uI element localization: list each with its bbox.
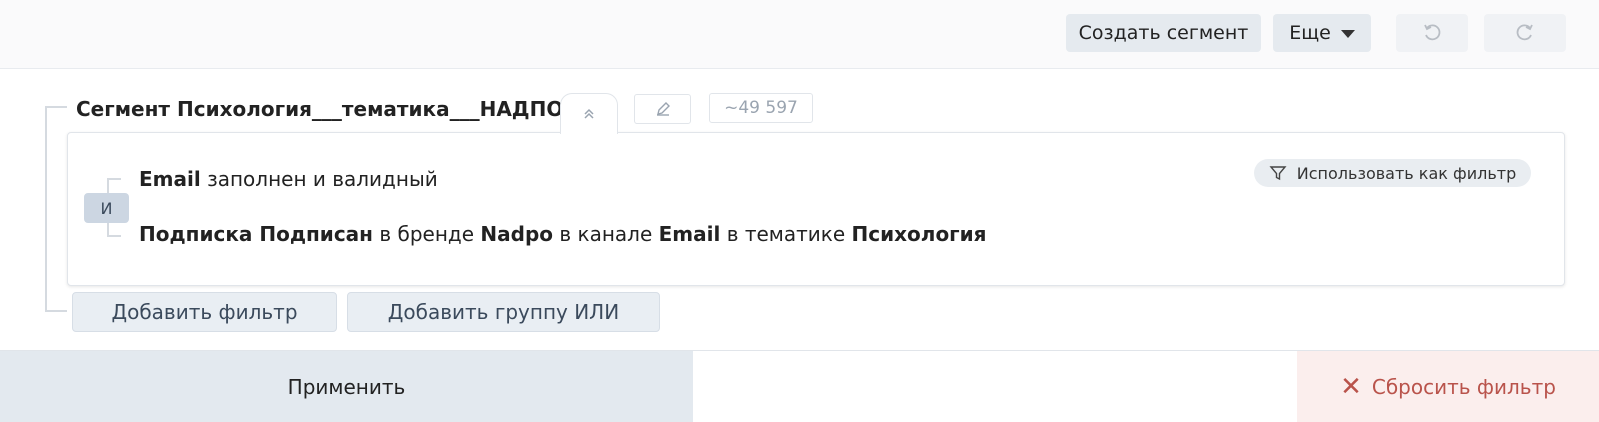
- top-toolbar: Создать сегмент Еще: [0, 0, 1599, 69]
- cond-2-part-2: в бренде: [372, 222, 481, 246]
- segment-bracket: [45, 106, 67, 312]
- add-or-group-button[interactable]: Добавить группу ИЛИ: [347, 292, 660, 332]
- segment-conditions-panel: Использовать как фильтр: [67, 132, 1565, 286]
- cond-1-part-1: Email: [139, 167, 201, 191]
- create-segment-button[interactable]: Создать сегмент: [1066, 14, 1261, 52]
- condition-email[interactable]: Email заполнен и валидный: [139, 165, 438, 193]
- use-as-filter-label: Использовать как фильтр: [1296, 163, 1517, 183]
- undo-button[interactable]: [1396, 14, 1468, 52]
- pencil-icon: [656, 102, 670, 116]
- cond-2-part-4: в канале: [553, 222, 659, 246]
- more-label: Еще: [1289, 22, 1331, 44]
- reset-filter-label: Сбросить фильтр: [1371, 374, 1556, 399]
- cond-2-part-7: Психология: [851, 222, 987, 246]
- filter-icon: [1269, 166, 1287, 181]
- segment-count: ~49 597: [709, 93, 813, 123]
- collapse-button[interactable]: [560, 93, 618, 136]
- footer-bar: Применить ✕ Сбросить фильтр: [0, 350, 1599, 422]
- apply-button[interactable]: Применить: [0, 351, 693, 422]
- condition-subscription[interactable]: Подписка Подписан в бренде Nadpo в канал…: [139, 220, 987, 248]
- cond-2-part-1: Подписка Подписан: [139, 222, 373, 246]
- reset-filter-button[interactable]: ✕ Сбросить фильтр: [1297, 351, 1599, 422]
- segment-title: Сегмент Психология___тематика___НАДПО: [76, 97, 564, 121]
- undo-icon: [1424, 24, 1441, 41]
- cond-2-part-6: в тематике: [720, 222, 852, 246]
- cond-2-part-3: Nadpo: [480, 222, 553, 246]
- chevron-double-up-icon: [584, 108, 594, 119]
- and-operator-badge[interactable]: И: [84, 193, 129, 223]
- redo-icon: [1516, 24, 1533, 41]
- add-filter-button[interactable]: Добавить фильтр: [72, 292, 337, 332]
- cond-1-part-2: заполнен и валидный: [200, 167, 438, 191]
- close-icon: ✕: [1340, 371, 1362, 402]
- caret-down-icon: [1340, 30, 1355, 38]
- more-dropdown-button[interactable]: Еще: [1273, 14, 1371, 52]
- use-as-filter-button[interactable]: Использовать как фильтр: [1254, 159, 1531, 187]
- edit-segment-button[interactable]: [634, 94, 691, 124]
- redo-button[interactable]: [1484, 14, 1566, 52]
- cond-2-part-5: Email: [658, 222, 721, 246]
